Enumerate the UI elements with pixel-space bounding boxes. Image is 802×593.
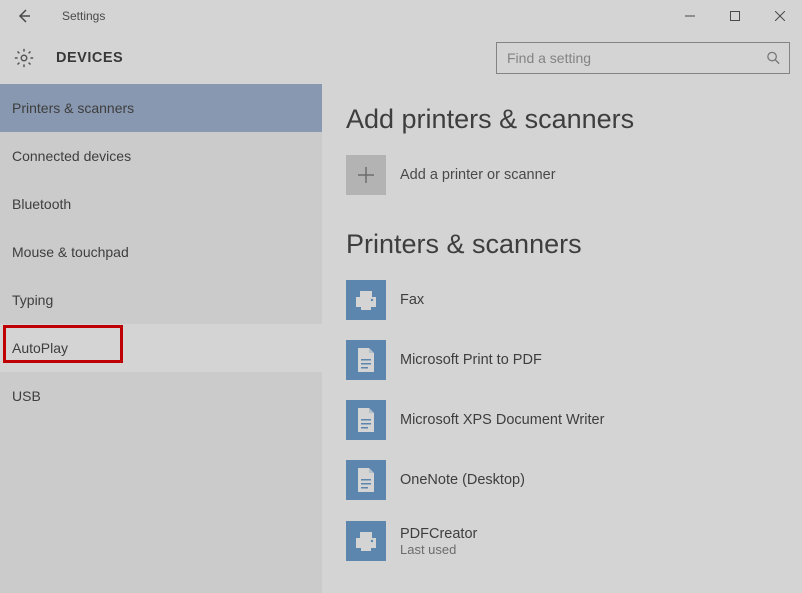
add-icon-box <box>346 155 386 195</box>
device-subtext: Last used <box>400 542 477 557</box>
sidebar-item-bluetooth[interactable]: Bluetooth <box>0 180 322 228</box>
sidebar-item-label: Connected devices <box>12 148 131 164</box>
sidebar-item-label: AutoPlay <box>12 340 68 356</box>
arrow-left-icon <box>16 8 32 24</box>
device-icon-box <box>346 460 386 500</box>
printers-list: Fax Microsoft Print to PDF Microsoft XPS… <box>346 280 802 562</box>
device-row[interactable]: Fax <box>346 280 802 320</box>
device-icon-box <box>346 340 386 380</box>
sidebar-item-label: Bluetooth <box>12 196 71 212</box>
device-row[interactable]: Microsoft Print to PDF <box>346 340 802 380</box>
sidebar-item-connected-devices[interactable]: Connected devices <box>0 132 322 180</box>
minimize-icon <box>685 11 695 21</box>
document-icon <box>355 407 377 433</box>
plus-icon <box>357 166 375 184</box>
sidebar-item-typing[interactable]: Typing <box>0 276 322 324</box>
device-icon-box <box>346 280 386 320</box>
search-icon <box>766 51 781 66</box>
sidebar-item-printers-scanners[interactable]: Printers & scanners <box>0 84 322 132</box>
sidebar-item-label: Typing <box>12 292 53 308</box>
device-icon-box <box>346 521 386 561</box>
device-icon-box <box>346 400 386 440</box>
sidebar-item-label: USB <box>12 388 41 404</box>
device-row[interactable]: PDFCreator Last used <box>346 520 802 562</box>
titlebar: Settings <box>0 0 802 32</box>
search-box[interactable] <box>496 42 790 74</box>
sidebar-item-label: Printers & scanners <box>12 100 134 116</box>
gear-icon <box>13 47 35 69</box>
device-name: Microsoft XPS Document Writer <box>400 412 604 428</box>
device-name: Fax <box>400 292 424 308</box>
device-name: Microsoft Print to PDF <box>400 352 542 368</box>
printer-icon <box>353 528 379 554</box>
search-input[interactable] <box>507 50 757 66</box>
main-content: Add printers & scanners Add a printer or… <box>322 84 802 593</box>
sidebar-item-autoplay[interactable]: AutoPlay <box>0 324 322 372</box>
device-row[interactable]: Microsoft XPS Document Writer <box>346 400 802 440</box>
close-button[interactable] <box>757 0 802 32</box>
sidebar-item-usb[interactable]: USB <box>0 372 322 420</box>
add-printer-label: Add a printer or scanner <box>400 167 556 183</box>
minimize-button[interactable] <box>667 0 712 32</box>
printer-icon <box>353 287 379 313</box>
maximize-button[interactable] <box>712 0 757 32</box>
document-icon <box>355 467 377 493</box>
close-icon <box>775 11 785 21</box>
body: Printers & scanners Connected devices Bl… <box>0 84 802 593</box>
add-printers-heading: Add printers & scanners <box>346 104 802 135</box>
device-row[interactable]: OneNote (Desktop) <box>346 460 802 500</box>
breadcrumb: DEVICES <box>56 50 123 66</box>
device-name: PDFCreator <box>400 526 477 542</box>
add-printer-row[interactable]: Add a printer or scanner <box>346 155 802 195</box>
sidebar-item-label: Mouse & touchpad <box>12 244 129 260</box>
maximize-icon <box>730 11 740 21</box>
device-name: OneNote (Desktop) <box>400 472 525 488</box>
settings-gear-icon[interactable] <box>12 46 36 70</box>
window-title: Settings <box>62 9 105 23</box>
settings-window: Settings DEVICES Printers & scanners <box>0 0 802 593</box>
sidebar: Printers & scanners Connected devices Bl… <box>0 84 322 593</box>
sidebar-item-mouse-touchpad[interactable]: Mouse & touchpad <box>0 228 322 276</box>
header: DEVICES <box>0 32 802 84</box>
printers-list-heading: Printers & scanners <box>346 229 802 260</box>
document-icon <box>355 347 377 373</box>
back-button[interactable] <box>8 0 40 32</box>
